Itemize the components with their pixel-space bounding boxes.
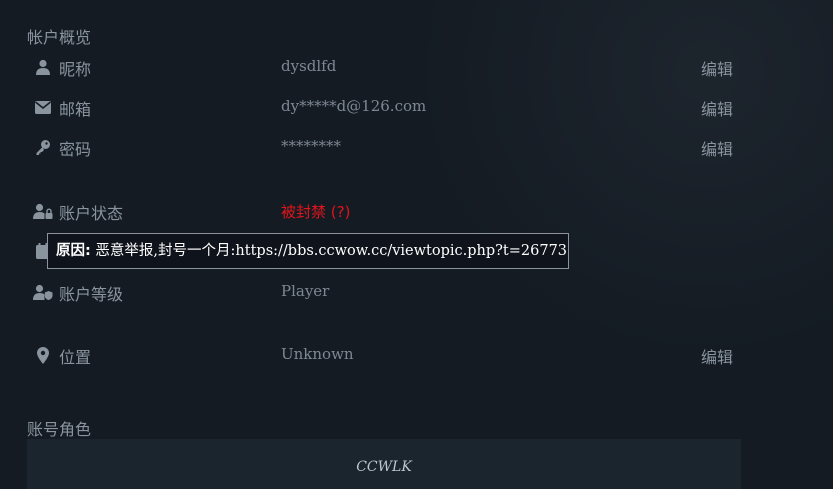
account-overview-title: 帐户概览 xyxy=(27,28,92,47)
user-shield-icon xyxy=(33,282,53,302)
account-status-value[interactable]: 被封禁 (?) xyxy=(281,201,350,222)
user-lock-icon xyxy=(33,201,53,221)
nickname-label: 昵称 xyxy=(59,60,92,79)
ban-reason-tooltip: 原因: 恶意举报,封号一个月:https://bbs.ccwow.cc/view… xyxy=(47,233,569,269)
account-status-row: 账户状态 被封禁 (?) xyxy=(0,199,833,223)
location-label: 位置 xyxy=(59,348,92,367)
password-label: 密码 xyxy=(59,140,92,159)
key-icon xyxy=(33,137,53,157)
tooltip-reason-label: 原因: xyxy=(56,243,91,259)
edit-password-button[interactable]: 编辑 xyxy=(701,136,733,160)
email-label: 邮箱 xyxy=(59,100,92,119)
account-status-label: 账户状态 xyxy=(59,204,124,223)
envelope-icon xyxy=(33,97,53,117)
account-level-value: Player xyxy=(281,282,330,300)
location-row: 位置 Unknown 编辑 xyxy=(0,343,833,367)
map-marker-icon xyxy=(33,345,53,365)
account-roles-title: 账号角色 xyxy=(27,420,92,439)
nickname-row: 昵称 dysdlfd 编辑 xyxy=(0,55,833,79)
edit-location-button[interactable]: 编辑 xyxy=(701,344,733,368)
password-row: 密码 ******** 编辑 xyxy=(0,135,833,159)
nickname-value: dysdlfd xyxy=(281,57,337,75)
role-item[interactable]: CCWLK xyxy=(27,459,741,475)
password-value: ******** xyxy=(281,137,341,155)
email-row: 邮箱 dy*****d@126.com 编辑 xyxy=(0,95,833,119)
background-decoration xyxy=(413,0,833,360)
edit-email-button[interactable]: 编辑 xyxy=(701,96,733,120)
user-icon xyxy=(33,57,53,77)
edit-nickname-button[interactable]: 编辑 xyxy=(701,56,733,80)
account-level-label: 账户等级 xyxy=(59,285,124,304)
tooltip-reason-text: 恶意举报,封号一个月:https://bbs.ccwow.cc/viewtopi… xyxy=(90,243,568,259)
account-level-row: 账户等级 Player xyxy=(0,280,833,304)
account-roles-list: CCWLK xyxy=(27,439,741,489)
email-value: dy*****d@126.com xyxy=(281,97,427,115)
location-value: Unknown xyxy=(281,345,354,363)
